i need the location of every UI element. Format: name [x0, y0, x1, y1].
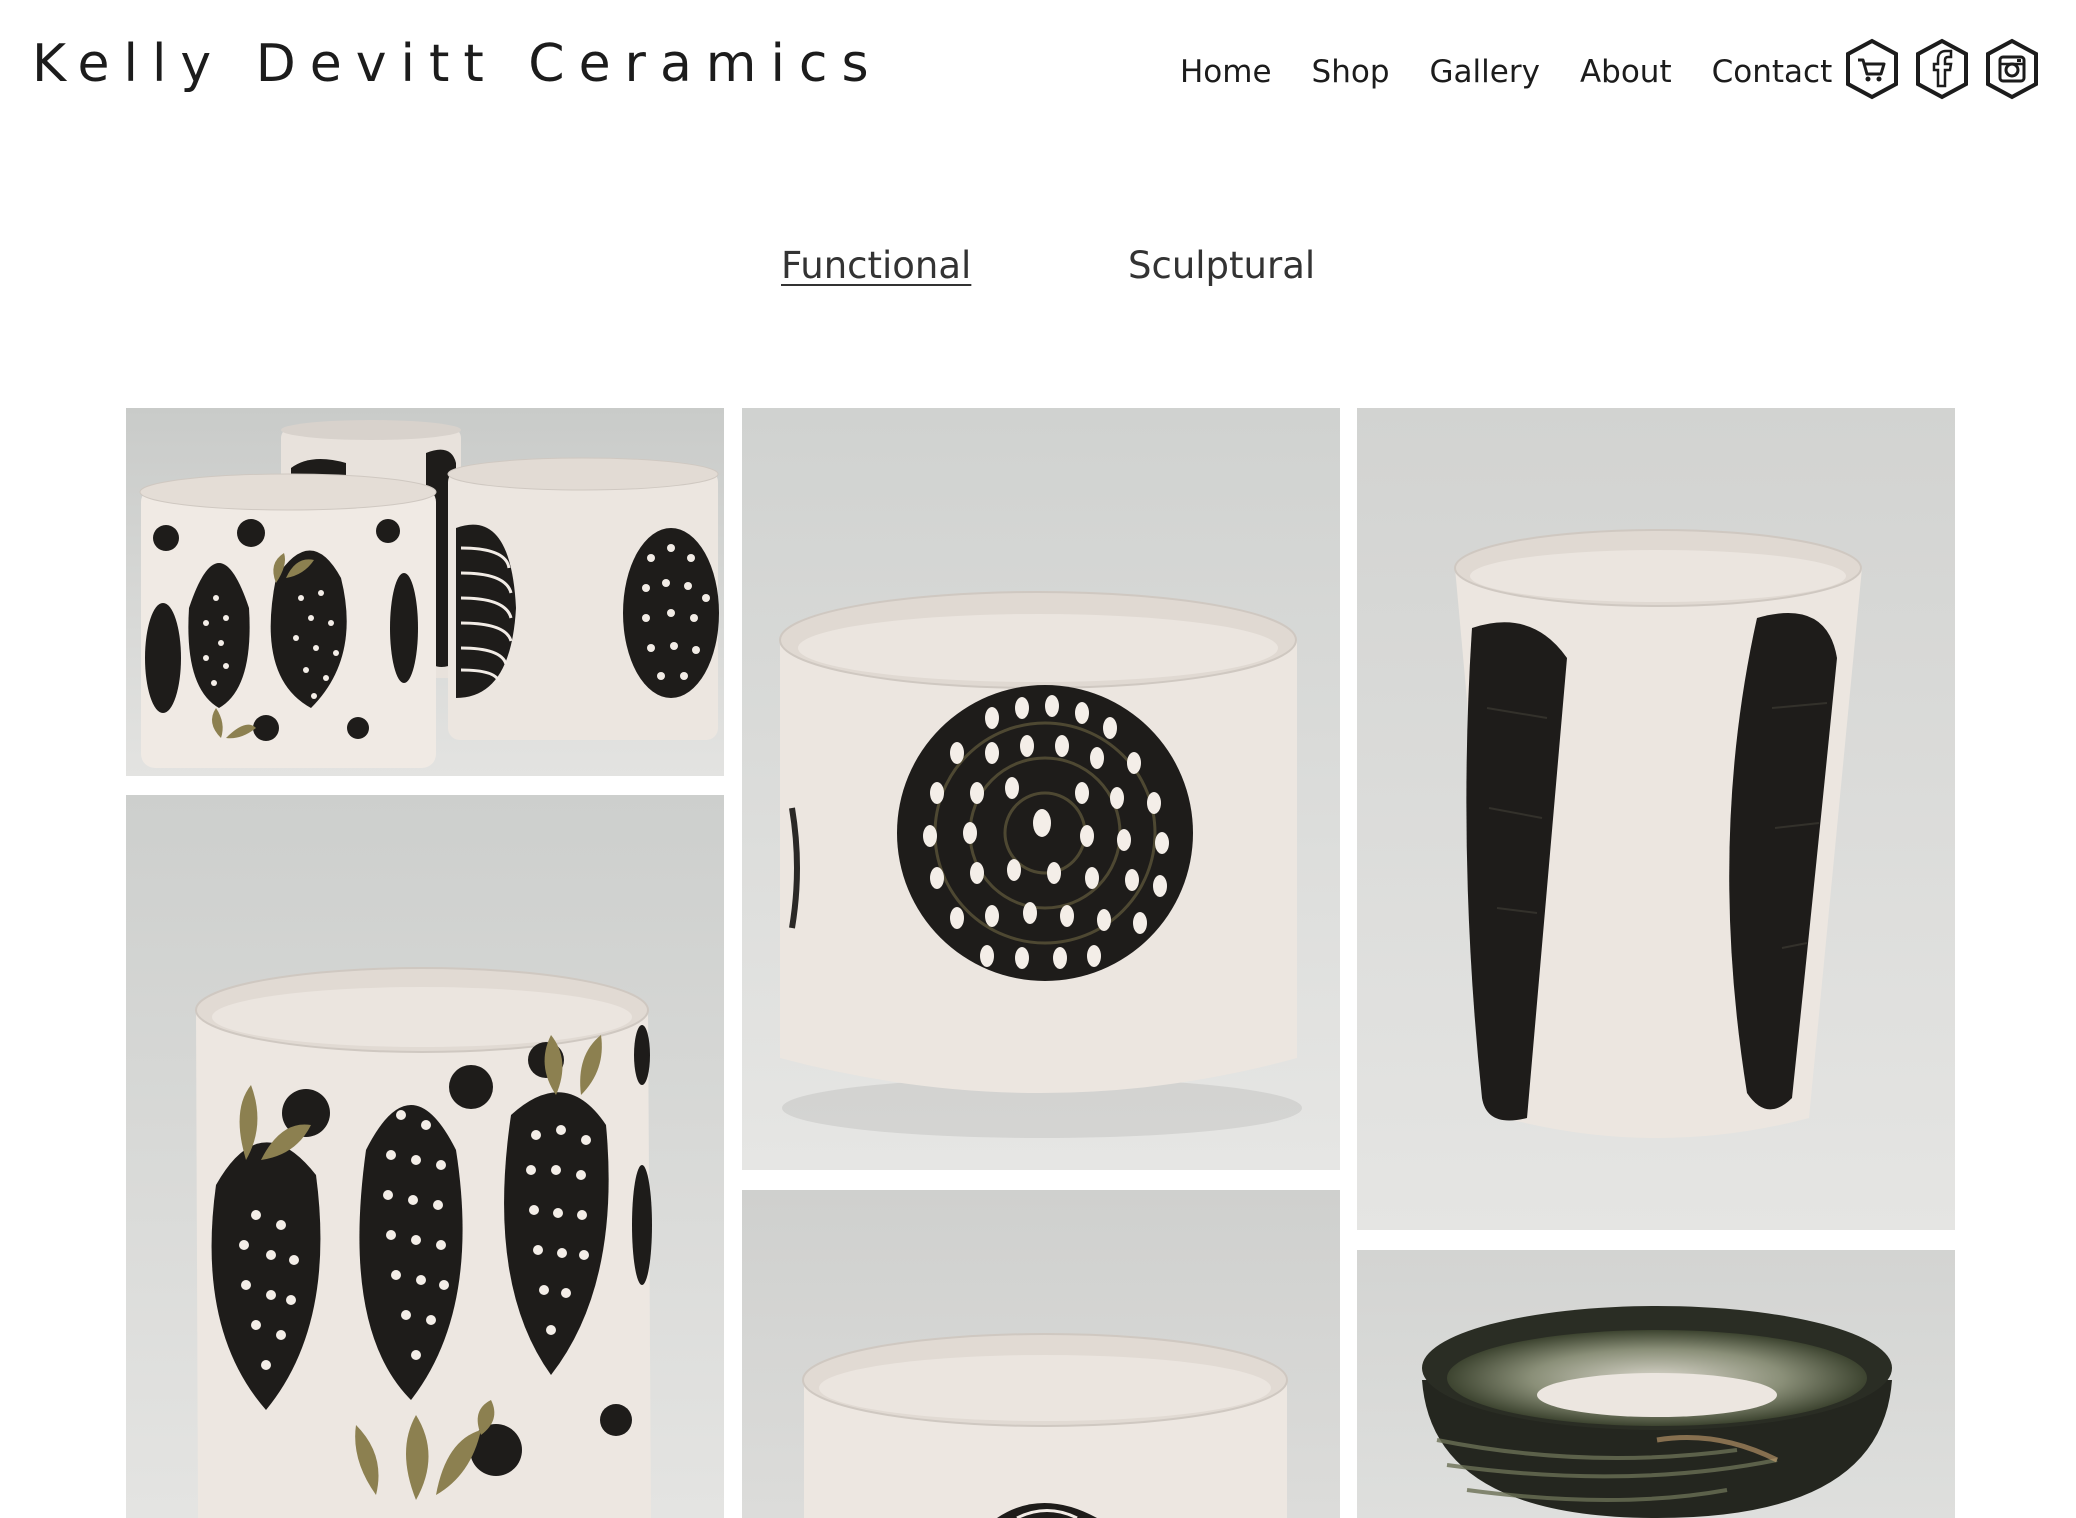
gallery-item-spiral-cup[interactable] — [742, 408, 1340, 1170]
main-nav: Home Shop Gallery About Contact — [1180, 50, 1832, 94]
tab-functional[interactable]: Functional — [781, 244, 971, 287]
gallery-item-white-cup[interactable] — [742, 1190, 1340, 1518]
three-strawberry-cups-photo — [126, 408, 724, 776]
nav-about[interactable]: About — [1580, 50, 1672, 94]
black-stroke-tumbler-photo — [1357, 408, 1955, 1230]
cart-icon[interactable] — [1845, 38, 1899, 100]
white-cup-photo — [742, 1190, 1340, 1518]
tab-sculptural[interactable]: Sculptural — [1128, 244, 1315, 287]
gallery-item-bowl[interactable] — [1357, 1250, 1955, 1518]
instagram-icon[interactable] — [1985, 38, 2039, 100]
dark-glaze-bowl-photo — [1357, 1250, 1955, 1518]
gallery-item-strawberry-cup[interactable] — [126, 795, 724, 1518]
nav-gallery[interactable]: Gallery — [1430, 50, 1540, 94]
gallery-item-tumbler[interactable] — [1357, 408, 1955, 1230]
gallery-item-three-cups[interactable] — [126, 408, 724, 776]
nav-home[interactable]: Home — [1180, 50, 1272, 94]
category-tabs: Functional Sculptural — [0, 244, 2076, 294]
nav-shop[interactable]: Shop — [1312, 50, 1390, 94]
strawberry-cup-closeup-photo — [126, 795, 724, 1518]
social-links — [1845, 38, 2039, 100]
nav-contact[interactable]: Contact — [1712, 50, 1833, 94]
dotted-spiral-cup-photo — [742, 408, 1340, 1170]
facebook-icon[interactable] — [1915, 38, 1969, 100]
gallery-grid — [0, 0, 2076, 1518]
site-title[interactable]: Kelly Devitt Ceramics — [32, 34, 883, 94]
